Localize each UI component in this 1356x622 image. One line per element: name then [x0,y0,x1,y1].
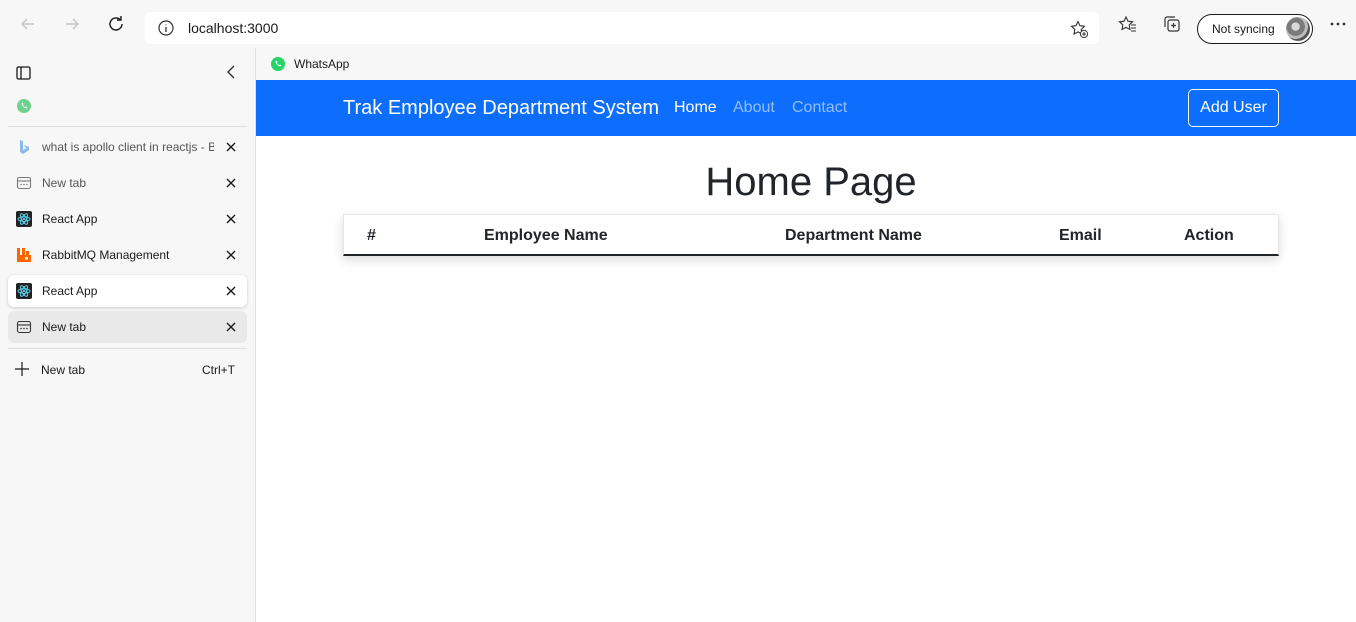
column-header-index: # [367,227,376,244]
app-navbar: Trak Employee Department System Home Abo… [256,80,1356,136]
tab-actions-icon[interactable] [15,64,33,87]
divider [8,126,247,127]
new-tab-icon [16,176,32,190]
new-tab-label: New tab [41,363,86,377]
column-header-department-name: Department Name [785,227,922,244]
tab-title: New tab [42,176,87,190]
favorite-whatsapp[interactable]: WhatsApp [270,53,349,75]
vertical-tabs-sidebar: what is apollo client in reactjs - Bing … [0,48,256,622]
more-dots-icon [1330,22,1346,26]
collections-button[interactable] [1160,12,1184,36]
close-icon[interactable] [224,284,238,298]
plus-icon [15,362,29,376]
favorite-label: WhatsApp [294,57,350,71]
close-icon[interactable] [224,320,238,334]
add-favorite-icon[interactable] [1069,19,1089,44]
refresh-button[interactable] [104,12,128,36]
employee-table: # Employee Name Department Name Email Ac… [343,214,1279,256]
whatsapp-icon[interactable] [16,98,32,119]
nav-about[interactable]: About [733,99,775,117]
brand-title[interactable]: Trak Employee Department System [343,97,659,120]
avatar [1286,17,1310,41]
favorites-button[interactable] [1116,12,1140,36]
browser-toolbar: localhost:3000 Not syncing [0,0,1356,48]
collections-icon [1164,16,1180,32]
tab-title: RabbitMQ Management [42,248,170,262]
more-menu-button[interactable] [1326,12,1350,36]
tab-title: React App [42,284,98,298]
rabbitmq-icon [17,248,31,262]
tab-title: what is apollo client in reactjs - Bing [42,140,214,154]
favorites-bar: WhatsApp [256,48,1356,80]
new-tab-shortcut: Ctrl+T [202,363,235,377]
bing-icon [20,140,29,154]
react-icon [16,211,32,227]
refresh-icon [109,16,123,31]
arrow-right-icon [66,18,79,30]
close-icon[interactable] [224,212,238,226]
tab-bing[interactable]: what is apollo client in reactjs - Bing [8,131,247,163]
new-tab-button[interactable]: New tab Ctrl+T [8,358,247,382]
sync-status-label: Not syncing [1212,22,1275,36]
tab-rabbitmq[interactable]: RabbitMQ Management [8,239,247,271]
column-header-employee-name: Employee Name [484,227,608,244]
new-tab-icon [16,320,32,334]
react-icon [16,283,32,299]
profile-sync-button[interactable]: Not syncing [1197,14,1313,44]
nav-contact[interactable]: Contact [792,99,847,117]
add-user-button[interactable]: Add User [1188,89,1279,127]
collapse-sidebar-icon[interactable] [224,64,238,85]
favorites-star-icon [1118,15,1136,32]
close-icon[interactable] [224,140,238,154]
nav-home[interactable]: Home [674,99,717,117]
tab-react-app[interactable]: React App [8,203,247,235]
tab-new-tab-2[interactable]: New tab [8,311,247,343]
whatsapp-icon [271,57,285,71]
column-header-action: Action [1184,227,1234,244]
close-icon[interactable] [224,176,238,190]
arrow-left-icon [21,18,34,30]
forward-button[interactable] [60,12,84,36]
tab-title: React App [42,212,98,226]
column-header-email: Email [1059,227,1102,244]
address-bar[interactable]: localhost:3000 [145,12,1099,44]
back-button[interactable] [16,12,40,36]
tab-title: New tab [42,320,87,334]
info-icon[interactable] [157,19,175,42]
close-icon[interactable] [224,248,238,262]
tab-new-tab[interactable]: New tab [8,167,247,199]
tab-react-app-active[interactable]: React App [8,275,247,307]
url-text[interactable]: localhost:3000 [188,20,278,36]
divider [8,348,247,349]
page-title: Home Page [705,160,917,204]
